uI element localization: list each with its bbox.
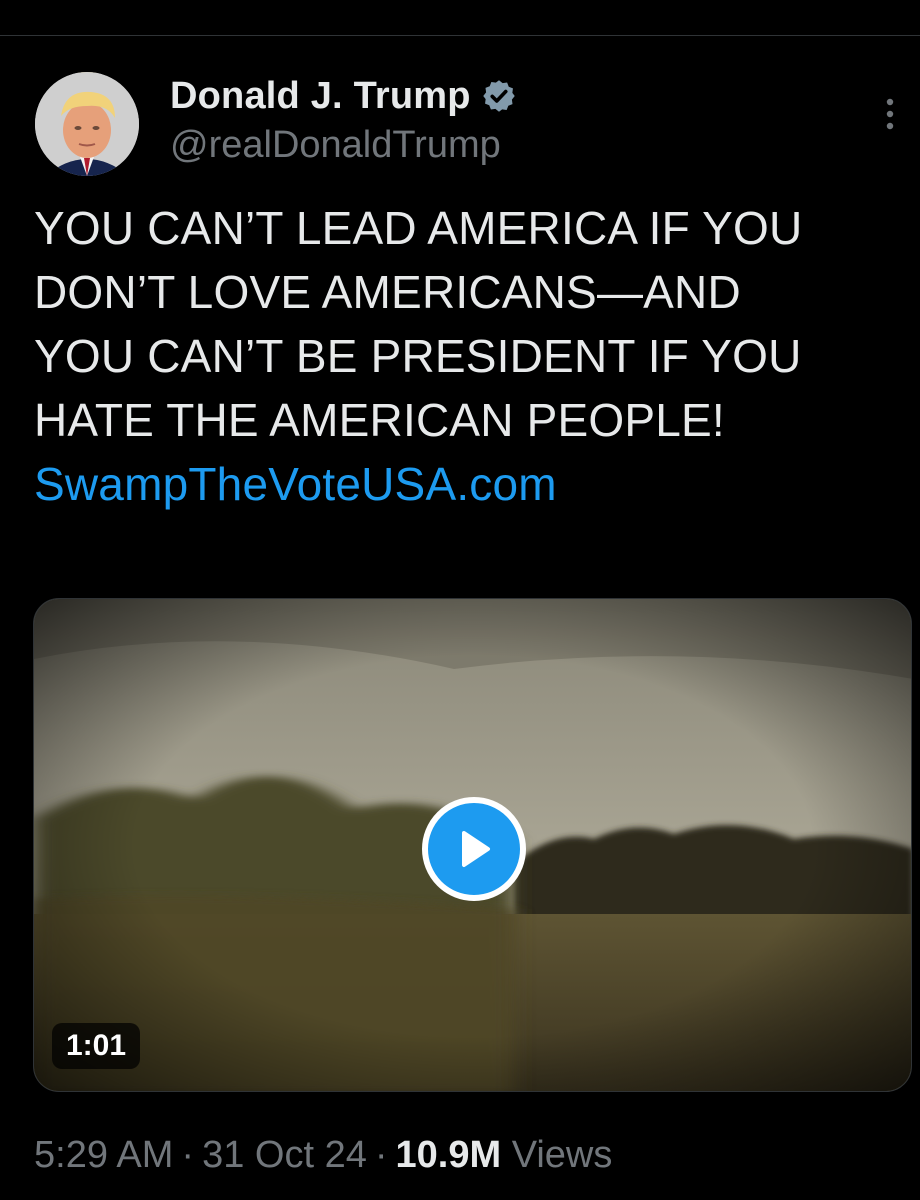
avatar[interactable] <box>35 72 139 176</box>
play-button[interactable] <box>422 797 526 901</box>
author-handle[interactable]: @realDonaldTrump <box>170 124 501 167</box>
tweet-text: YOU CAN’T LEAD AMERICA IF YOU DON’T LOVE… <box>34 196 904 516</box>
top-divider <box>0 0 920 36</box>
meta-separator: · <box>374 1134 388 1176</box>
tweet-link[interactable]: SwampTheVoteUSA.com <box>34 452 904 516</box>
views-label: Views <box>511 1134 613 1176</box>
avatar-image <box>35 72 139 176</box>
author-display-name[interactable]: Donald J. Trump <box>170 75 471 118</box>
more-options-icon[interactable] <box>872 90 908 138</box>
tweet-date[interactable]: 31 Oct 24 <box>202 1134 367 1176</box>
video-player[interactable]: 1:01 <box>33 598 912 1092</box>
tweet-text-line: YOU CAN’T BE PRESIDENT IF YOU <box>34 330 802 382</box>
video-duration-badge: 1:01 <box>52 1023 141 1069</box>
play-icon <box>462 831 490 867</box>
author-name-row: Donald J. Trump <box>170 70 517 122</box>
tweet-text-line: YOU CAN’T LEAD AMERICA IF YOU <box>34 202 803 254</box>
verified-badge-icon <box>481 78 517 114</box>
tweet-text-line: DON’T LOVE AMERICANS—AND <box>34 266 741 318</box>
tweet-time[interactable]: 5:29 AM <box>34 1134 173 1176</box>
views-count: 10.9M <box>395 1134 502 1176</box>
meta-separator: · <box>181 1134 195 1176</box>
tweet-meta: 5:29 AM · 31 Oct 24 · 10.9M Views <box>34 1134 612 1177</box>
tweet-text-line: HATE THE AMERICAN PEOPLE! <box>34 394 725 446</box>
